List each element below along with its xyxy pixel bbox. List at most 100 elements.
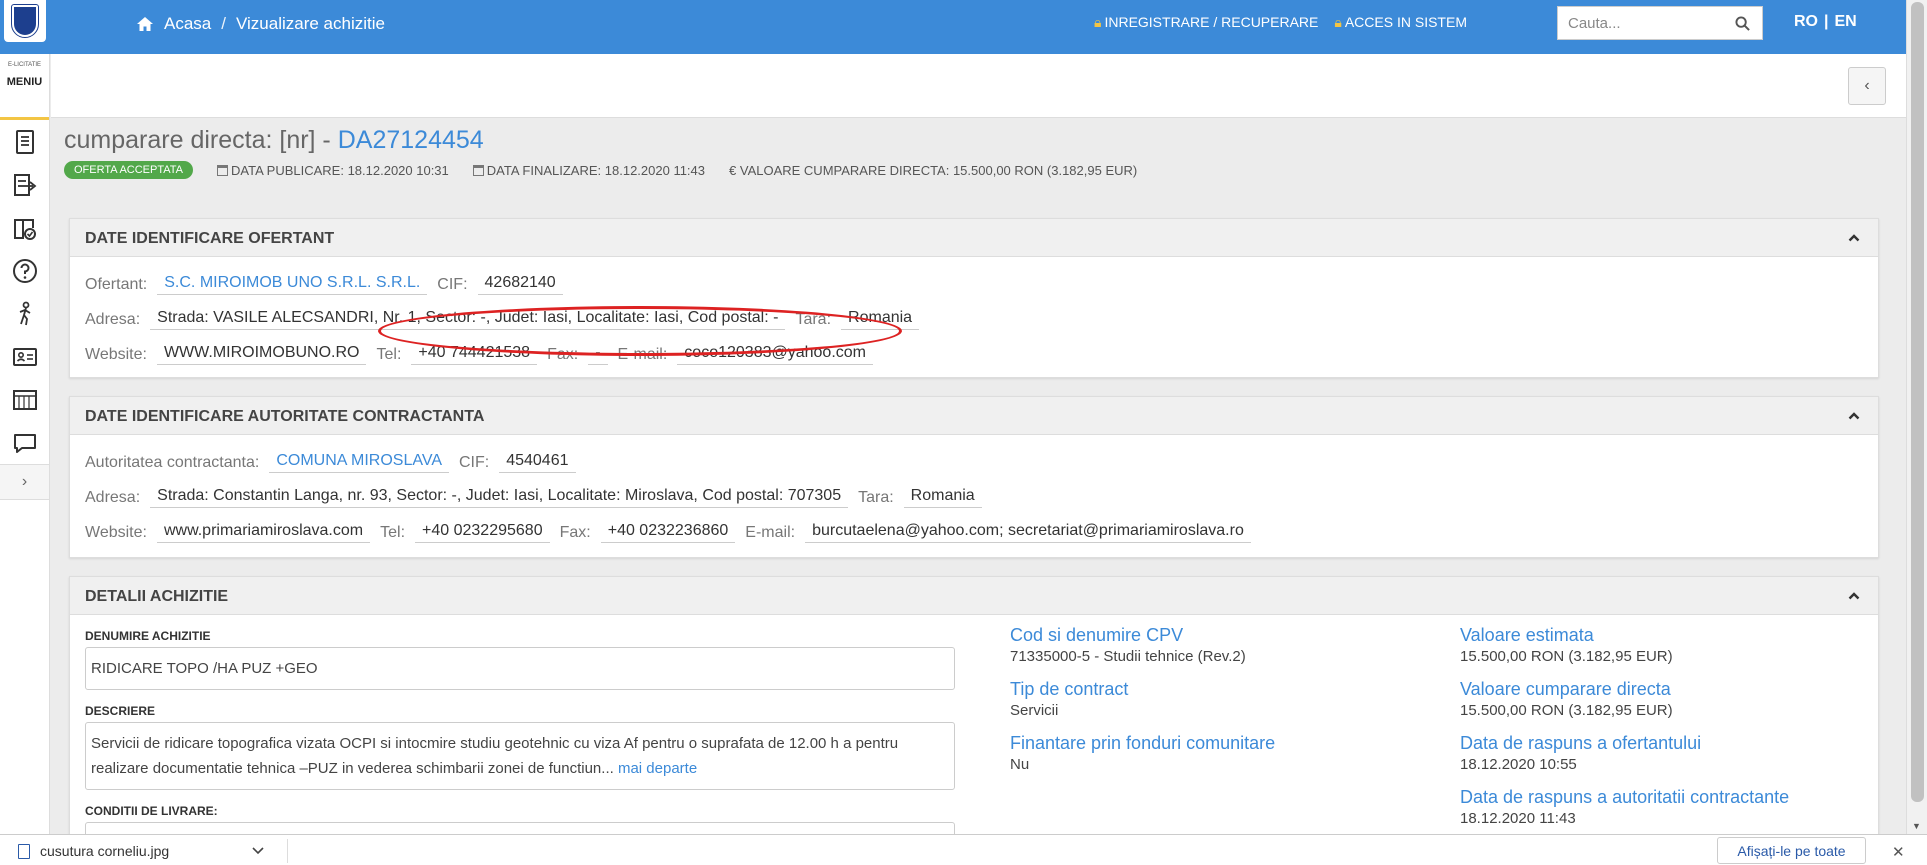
sidebar-item-list[interactable] xyxy=(0,163,49,206)
download-item[interactable]: cusutura corneliu.jpg xyxy=(18,843,169,859)
sidebar-item-chat[interactable] xyxy=(0,421,49,464)
details-panel-title: DETALII ACHIZITIE xyxy=(85,588,229,605)
status-badge: OFERTA ACCEPTATA xyxy=(64,161,194,179)
purchase-value: 15.500,00 RON (3.182,95 EUR) xyxy=(1460,702,1673,719)
read-more-link[interactable]: mai departe xyxy=(618,760,697,777)
bidder-cif: 42682140 xyxy=(477,274,563,295)
details-left-column: DENUMIRE ACHIZITIE RIDICARE TOPO /HA PUZ… xyxy=(85,629,955,834)
procurement-name-field: RIDICARE TOPO /HA PUZ +GEO xyxy=(85,647,955,690)
fax-label: Fax: xyxy=(547,345,579,363)
title-area: cumparare directa: [nr] - DA27124454 OFE… xyxy=(64,126,1137,179)
chevron-up-icon[interactable] xyxy=(1848,232,1860,244)
breadcrumb-current: Vizualizare achizitie xyxy=(235,14,385,33)
search-box xyxy=(1557,6,1763,40)
sidebar-brand: E-LICITATIE xyxy=(7,62,42,68)
download-file-name: cusutura corneliu.jpg xyxy=(40,843,170,859)
page-title-prefix: cumparare directa: [nr] - xyxy=(64,126,338,154)
sub-header: ‹ xyxy=(51,54,1906,118)
authority-name-link[interactable]: COMUNA MIROSLAVA xyxy=(269,452,449,473)
bidder-email: coco120383@yahoo.com xyxy=(677,344,873,365)
description-field-label: DESCRIERE xyxy=(85,704,156,718)
sidebar-item-contacts[interactable] xyxy=(0,335,49,378)
help-icon xyxy=(12,258,37,283)
phone-label: Tel: xyxy=(380,523,406,541)
publish-date: DATA PUBLICARE: 18.12.2020 10:31 xyxy=(217,163,449,178)
search-input[interactable] xyxy=(1568,14,1718,32)
sidebar-item-help[interactable] xyxy=(0,249,49,292)
website-label: Website: xyxy=(85,523,147,541)
breadcrumb-separator: / xyxy=(221,14,226,33)
auth-links: 🔒︎ INREGISTRARE / RECUPERARE 🔒︎ ACCES IN S… xyxy=(1094,14,1467,31)
bidder-panel-header[interactable]: DATE IDENTIFICARE OFERTANT xyxy=(70,219,1878,257)
authority-cif: 4540461 xyxy=(499,452,576,473)
website-label: Website: xyxy=(85,345,147,363)
calendar-icon xyxy=(472,164,484,176)
shield-logo-icon xyxy=(11,4,39,38)
scroll-down-arrow-icon[interactable]: ▼ xyxy=(1912,821,1921,831)
main-content: DATE IDENTIFICARE OFERTANT Ofertant: S.C… xyxy=(51,186,1906,834)
description-field: Servicii de ridicare topografica vizata … xyxy=(85,722,955,790)
chat-icon xyxy=(13,433,36,453)
sidebar-item-catalog[interactable] xyxy=(0,378,49,421)
close-icon[interactable]: ✕ xyxy=(1892,843,1905,861)
sidebar-expand-button[interactable]: › xyxy=(0,464,49,500)
chevron-up-icon[interactable] xyxy=(1848,590,1860,602)
language-switch: RO | EN xyxy=(1794,13,1857,31)
sidebar-item-catalog-check[interactable] xyxy=(0,206,49,249)
scrollbar-thumb[interactable] xyxy=(1911,2,1924,802)
search-icon[interactable] xyxy=(1735,16,1750,31)
lang-en[interactable]: EN xyxy=(1834,13,1856,31)
lock-icon: 🔒︎ xyxy=(1334,14,1342,30)
bidder-response-date-label: Data de raspuns a ofertantului xyxy=(1460,733,1702,753)
list-export-icon xyxy=(13,173,36,196)
authority-panel: DATE IDENTIFICARE AUTORITATE CONTRACTANT… xyxy=(69,396,1879,558)
country-label: Tara: xyxy=(795,310,832,328)
document-icon xyxy=(15,129,34,154)
authority-fax: +40 0232236860 xyxy=(600,522,736,543)
collapse-panel-button[interactable]: ‹ xyxy=(1848,67,1886,105)
chevron-down-icon[interactable] xyxy=(252,847,264,855)
authority-panel-header[interactable]: DATE IDENTIFICARE AUTORITATE CONTRACTANT… xyxy=(70,397,1878,435)
show-all-downloads-button[interactable]: Afișați-le pe toate xyxy=(1717,837,1866,864)
name-field-label: DENUMIRE ACHIZITIE xyxy=(85,629,211,643)
details-panel: DETALII ACHIZITIE DENUMIRE ACHIZITIE RID… xyxy=(69,576,1879,834)
finish-date-text: DATA FINALIZARE: 18.12.2020 11:43 xyxy=(486,162,706,178)
register-link[interactable]: 🔒︎ INREGISTRARE / RECUPERARE xyxy=(1094,14,1318,31)
estimated-value: 15.500,00 RON (3.182,95 EUR) xyxy=(1460,648,1673,665)
breadcrumb: Acasa / Vizualizare achizitie xyxy=(136,14,385,34)
chevron-up-icon[interactable] xyxy=(1848,410,1860,422)
cif-label: CIF: xyxy=(458,453,490,471)
sidebar-item-documents[interactable] xyxy=(0,120,49,163)
home-icon xyxy=(137,17,153,31)
breadcrumb-home[interactable]: Acasa xyxy=(164,14,211,34)
authority-phone: +40 0232295680 xyxy=(415,522,550,543)
lang-ro[interactable]: RO xyxy=(1794,13,1818,31)
publish-date-text: DATA PUBLICARE: 18.12.2020 10:31 xyxy=(231,162,449,178)
contract-type-label: Tip de contract xyxy=(1010,679,1129,699)
bidder-address: Strada: VASILE ALECSANDRI, Nr. 1, Sector… xyxy=(150,309,786,330)
authority-website: www.primariamiroslava.com xyxy=(156,522,371,543)
purchase-value-label: Valoare cumparare directa xyxy=(1460,679,1671,699)
contract-type-value: Servicii xyxy=(1010,702,1059,719)
site-logo[interactable] xyxy=(4,0,46,42)
description-text: Servicii de ridicare topografica vizata … xyxy=(91,735,899,777)
authority-country: Romania xyxy=(903,487,982,508)
sidebar-item-guide[interactable] xyxy=(0,292,49,335)
left-sidebar: E-LICITATIE MENIU › xyxy=(0,54,50,834)
title-meta: OFERTA ACCEPTATA DATA PUBLICARE: 18.12.2… xyxy=(64,161,1137,179)
bidder-name-link[interactable]: S.C. MIROIMOB UNO S.R.L. S.R.L. xyxy=(157,274,428,295)
bidder-label: Ofertant: xyxy=(85,275,148,293)
delivery-conditions-label: CONDITII DE LIVRARE: xyxy=(85,804,218,818)
page-scrollbar[interactable]: ▼ xyxy=(1906,0,1927,834)
lock-icon: 🔒︎ xyxy=(1094,14,1102,30)
direct-purchase-value: € VALOARE CUMPARARE DIRECTA: 15.500,00 R… xyxy=(729,162,1138,178)
menu-toggle[interactable]: E-LICITATIE MENIU xyxy=(0,54,49,120)
bidder-fax: - xyxy=(588,344,608,365)
details-middle-column: Cod si denumire CPV 71335000-5 - Studii t… xyxy=(1010,625,1410,787)
email-label: E-mail: xyxy=(617,345,668,363)
fax-label: Fax: xyxy=(559,523,591,541)
lang-separator: | xyxy=(1824,13,1829,30)
login-link[interactable]: 🔒︎ ACCES IN SISTEM xyxy=(1334,14,1467,31)
details-panel-header[interactable]: DETALII ACHIZITIE xyxy=(70,577,1878,615)
download-bar: cusutura corneliu.jpg Afișați-le pe toat… xyxy=(0,834,1927,865)
